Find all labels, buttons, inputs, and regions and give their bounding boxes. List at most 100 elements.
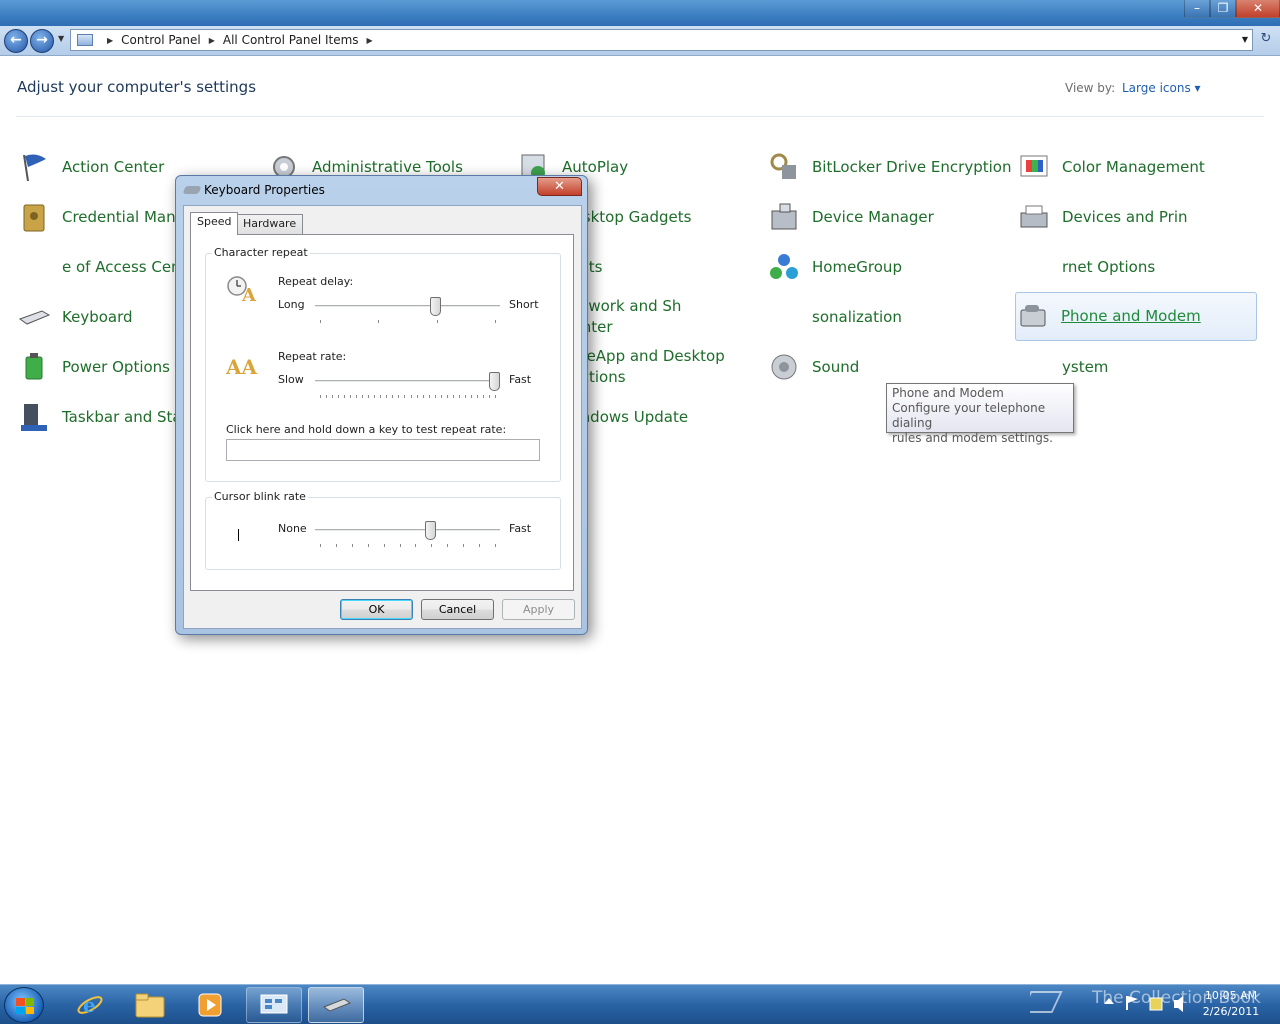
- slider-tick: [320, 395, 321, 398]
- tooltip-line: Configure your telephone dialing: [892, 401, 1046, 430]
- sound-icon: [767, 350, 801, 384]
- cp-item-bitlocker[interactable]: BitLocker Drive Encryption: [767, 144, 1011, 190]
- volume-icon[interactable]: [1174, 996, 1183, 1012]
- cursor-blink-slider[interactable]: [424, 521, 436, 540]
- page-title: Adjust your computer's settings: [17, 78, 257, 96]
- slider-tick: [436, 320, 438, 323]
- cp-item-homegroup[interactable]: HomeGroup: [767, 244, 1007, 290]
- group-label: Cursor blink rate: [212, 490, 308, 503]
- flag-icon: [17, 150, 51, 184]
- slider-tick: [447, 544, 449, 547]
- slider-tick: [495, 544, 496, 547]
- slider-tick: [482, 395, 484, 398]
- dialog-close-button[interactable]: ✕: [537, 177, 582, 196]
- slider-tick: [404, 395, 406, 398]
- cp-item-devices-printers[interactable]: Devices and Prin: [1017, 194, 1257, 240]
- test-repeat-input[interactable]: [226, 439, 540, 461]
- slider-tick: [386, 395, 388, 398]
- slider-tick: [495, 395, 496, 398]
- breadcrumb-control-panel[interactable]: Control Panel: [121, 33, 201, 47]
- keyboard-properties-task[interactable]: [308, 987, 364, 1023]
- control-panel-task[interactable]: [246, 987, 302, 1023]
- cursor-preview: [238, 529, 239, 541]
- repeat-delay-label: Repeat delay:: [278, 275, 354, 288]
- internet-explorer-button[interactable]: e: [62, 987, 118, 1023]
- slider-tick: [440, 395, 442, 398]
- media-player-button[interactable]: [182, 987, 238, 1023]
- clock[interactable]: 10:05 AM 2/26/2011: [1196, 988, 1266, 1020]
- media-player-icon: [198, 993, 222, 1017]
- system-tray: [1104, 996, 1183, 1012]
- group-label: Character repeat: [212, 246, 310, 259]
- show-hidden-icons[interactable]: [1104, 998, 1114, 1004]
- cp-item-device-manager[interactable]: Device Manager: [767, 194, 1007, 240]
- bitlocker-icon: [767, 150, 801, 184]
- tooltip-line: rules and modem settings.: [892, 431, 1053, 445]
- tab-hardware[interactable]: Hardware: [236, 214, 304, 234]
- tooltip: Phone and Modem Configure your telephone…: [886, 383, 1074, 445]
- chevron-right-icon[interactable]: ▶: [107, 36, 113, 45]
- ok-button[interactable]: OK: [340, 599, 413, 620]
- slider-tick: [332, 395, 334, 398]
- svg-text:AA: AA: [226, 355, 258, 379]
- slider-tick: [367, 544, 369, 547]
- repeat-delay-track: [315, 305, 500, 308]
- start-button[interactable]: [4, 987, 44, 1023]
- slider-tick: [416, 395, 418, 398]
- breadcrumb-all-items[interactable]: All Control Panel Items: [223, 33, 359, 47]
- recent-pages-dropdown[interactable]: ▼: [58, 34, 64, 43]
- internet-options-icon: [1017, 250, 1051, 284]
- slider-tick: [356, 395, 358, 398]
- cp-item-phone-modem[interactable]: Phone and Modem: [1015, 292, 1257, 341]
- back-button[interactable]: ←: [4, 29, 28, 53]
- keyboard-icon: [17, 300, 51, 334]
- maximize-button[interactable]: ❐: [1210, 0, 1236, 18]
- view-by-dropdown[interactable]: Large icons ▾: [1122, 81, 1201, 95]
- cp-item-label: rnet Options: [1062, 257, 1156, 276]
- slider-tick: [452, 395, 454, 398]
- cp-item-label: Taskbar and Star: [62, 407, 188, 426]
- character-repeat-group: Character repeat A Repeat delay: Long Sh…: [205, 246, 561, 482]
- address-dropdown-icon[interactable]: ▼: [1242, 35, 1248, 44]
- network-icon[interactable]: [1149, 997, 1163, 1011]
- view-by-label: View by:: [1065, 81, 1116, 95]
- chevron-right-icon[interactable]: ▶: [367, 36, 373, 45]
- repeat-rate-icon: AA: [226, 355, 258, 379]
- svg-text:A: A: [241, 285, 257, 304]
- cp-item-label: Phone and Modem: [1061, 306, 1201, 325]
- phone-modem-icon: [1016, 299, 1050, 333]
- taskbar: e: [0, 984, 1280, 1024]
- cp-item-internet-options[interactable]: rnet Options: [1017, 244, 1257, 290]
- action-center-icon[interactable]: [1126, 996, 1128, 1010]
- rate-min-label: Slow: [278, 373, 304, 386]
- cp-item-color-management[interactable]: Color Management: [1017, 144, 1257, 190]
- test-repeat-label: Click here and hold down a key to test r…: [226, 423, 507, 436]
- repeat-rate-slider[interactable]: [489, 372, 500, 391]
- slider-tick: [488, 395, 490, 398]
- clock-time: 10:05 AM: [1204, 989, 1258, 1002]
- delay-max-label: Short: [509, 298, 539, 311]
- slider-tick: [495, 320, 496, 323]
- repeat-rate-ticks: [320, 395, 496, 399]
- cp-item-label: HomeGroup: [812, 257, 902, 276]
- minimize-button[interactable]: –: [1184, 0, 1210, 18]
- forward-button[interactable]: →: [30, 29, 54, 53]
- close-button[interactable]: ✕: [1236, 0, 1280, 18]
- slider-tick: [326, 395, 328, 398]
- slider-tick: [479, 544, 481, 547]
- slider-tick: [470, 395, 472, 398]
- explorer-button[interactable]: [122, 987, 178, 1023]
- cp-item-personalization[interactable]: sonalization: [767, 294, 1007, 340]
- tab-speed[interactable]: Speed: [190, 212, 239, 235]
- cursor-blink-ticks: [320, 544, 496, 548]
- apply-button[interactable]: Apply: [502, 599, 575, 620]
- cancel-button[interactable]: Cancel: [421, 599, 494, 620]
- slider-tick: [446, 395, 448, 398]
- repeat-delay-slider[interactable]: [429, 297, 441, 316]
- address-field[interactable]: ▶ Control Panel ▶ All Control Panel Item…: [70, 29, 1253, 51]
- slider-tick: [392, 395, 394, 398]
- refresh-button[interactable]: ↻: [1256, 31, 1276, 51]
- slider-tick: [410, 395, 412, 398]
- tooltip-title: Phone and Modem: [892, 386, 1004, 400]
- chevron-right-icon[interactable]: ▶: [209, 36, 215, 45]
